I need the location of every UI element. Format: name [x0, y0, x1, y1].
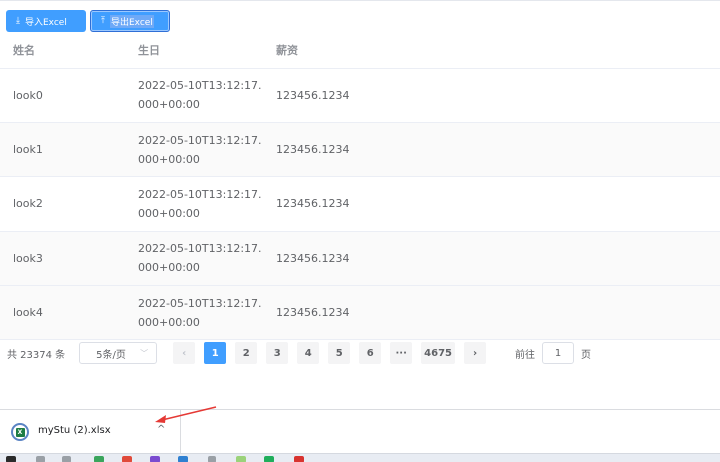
column-header-name[interactable]: 姓名 — [0, 32, 138, 69]
cell-name: look3 — [0, 231, 138, 287]
prev-page-button[interactable]: ‹ — [173, 342, 196, 364]
table-row[interactable]: look2 2022-05-10T13:12:17.000+00:00 1234… — [0, 176, 720, 232]
taskbar — [0, 453, 720, 462]
page-button-3[interactable]: 3 — [266, 342, 289, 364]
goto-page: 前往 页 — [515, 342, 591, 364]
column-header-birthday[interactable]: 生日 — [138, 32, 276, 69]
upload-icon: ⤒ — [101, 16, 105, 26]
chevron-left-icon: ‹ — [182, 347, 187, 359]
search-icon[interactable] — [36, 456, 45, 462]
page-size-value: 5条/页 — [96, 349, 126, 361]
vscode-icon[interactable] — [178, 456, 188, 462]
chrome-icon[interactable] — [122, 456, 132, 462]
pagination: 共 23374 条 5条/页 ﹀ ‹ 1 2 3 4 5 6 ··· 4675 … — [7, 342, 591, 364]
goto-page-input[interactable] — [542, 342, 575, 364]
table-row[interactable]: look1 2022-05-10T13:12:17.000+00:00 1234… — [0, 122, 720, 178]
page-button-5[interactable]: 5 — [328, 342, 351, 364]
download-icon: ⤓ — [16, 16, 20, 26]
cell-salary: 123456.1234 — [276, 122, 720, 178]
table-row[interactable]: look4 2022-05-10T13:12:17.000+00:00 1234… — [0, 285, 720, 341]
column-header-salary[interactable]: 薪资 — [276, 32, 720, 69]
top-divider — [0, 0, 720, 4]
export-excel-button[interactable]: ⤒ 导出Excel — [90, 10, 170, 32]
import-excel-button[interactable]: ⤓ 导入Excel — [6, 10, 86, 32]
table-row[interactable]: look3 2022-05-10T13:12:17.000+00:00 1234… — [0, 231, 720, 287]
goto-suffix: 页 — [581, 349, 592, 361]
app-icon[interactable] — [150, 456, 160, 462]
page-button-2[interactable]: 2 — [235, 342, 258, 364]
next-page-button[interactable]: › — [464, 342, 487, 364]
cell-salary: 123456.1234 — [276, 68, 720, 123]
app-icon[interactable] — [208, 456, 216, 462]
export-excel-label: 导出Excel — [109, 14, 154, 28]
cell-birthday: 2022-05-10T13:12:17.000+00:00 — [138, 79, 262, 112]
import-excel-label: 导入Excel — [24, 17, 67, 28]
app-icon[interactable] — [294, 456, 304, 462]
download-file-name: myStu (2).xlsx — [38, 425, 111, 436]
table-header-row: 姓名 生日 薪资 — [0, 32, 720, 69]
task-view-icon[interactable] — [62, 456, 71, 462]
start-icon[interactable] — [6, 456, 16, 462]
page-size-select[interactable]: 5条/页 ﹀ — [79, 342, 158, 364]
page-button-1[interactable]: 1 — [204, 342, 227, 364]
annotation-arrow — [155, 406, 217, 423]
page-button-4[interactable]: 4 — [297, 342, 320, 364]
cell-name: look1 — [0, 122, 138, 178]
cell-name: look2 — [0, 176, 138, 232]
toolbar: ⤓ 导入Excel ⤒ 导出Excel — [6, 10, 170, 32]
app-icon[interactable] — [264, 456, 274, 462]
data-table: 姓名 生日 薪资 look0 2022-05-10T13:12:17.000+0… — [0, 32, 720, 341]
cell-salary: 123456.1234 — [276, 231, 720, 287]
chevron-right-icon: › — [472, 347, 478, 359]
excel-file-icon: X — [11, 423, 29, 441]
cell-name: look0 — [0, 68, 138, 123]
chevron-up-icon[interactable]: ^ — [157, 424, 165, 435]
cell-birthday: 2022-05-10T13:12:17.000+00:00 — [138, 133, 262, 166]
cell-salary: 123456.1234 — [276, 285, 720, 341]
cell-name: look4 — [0, 285, 138, 341]
cell-birthday: 2022-05-10T13:12:17.000+00:00 — [138, 242, 262, 275]
page-button-6[interactable]: 6 — [359, 342, 382, 364]
goto-label: 前往 — [515, 349, 536, 361]
app-icon[interactable] — [236, 456, 246, 462]
pagination-total: 共 23374 条 — [7, 349, 66, 361]
cell-salary: 123456.1234 — [276, 176, 720, 232]
cell-birthday: 2022-05-10T13:12:17.000+00:00 — [138, 296, 262, 329]
chevron-down-icon: ﹀ — [140, 348, 149, 358]
app-icon[interactable] — [94, 456, 104, 462]
more-pages-button[interactable]: ··· — [390, 342, 413, 364]
cell-birthday: 2022-05-10T13:12:17.000+00:00 — [138, 187, 262, 220]
table-row[interactable]: look0 2022-05-10T13:12:17.000+00:00 1234… — [0, 68, 720, 123]
download-bar: X myStu (2).xlsx ^ — [0, 409, 720, 454]
page-button-last[interactable]: 4675 — [421, 342, 456, 364]
